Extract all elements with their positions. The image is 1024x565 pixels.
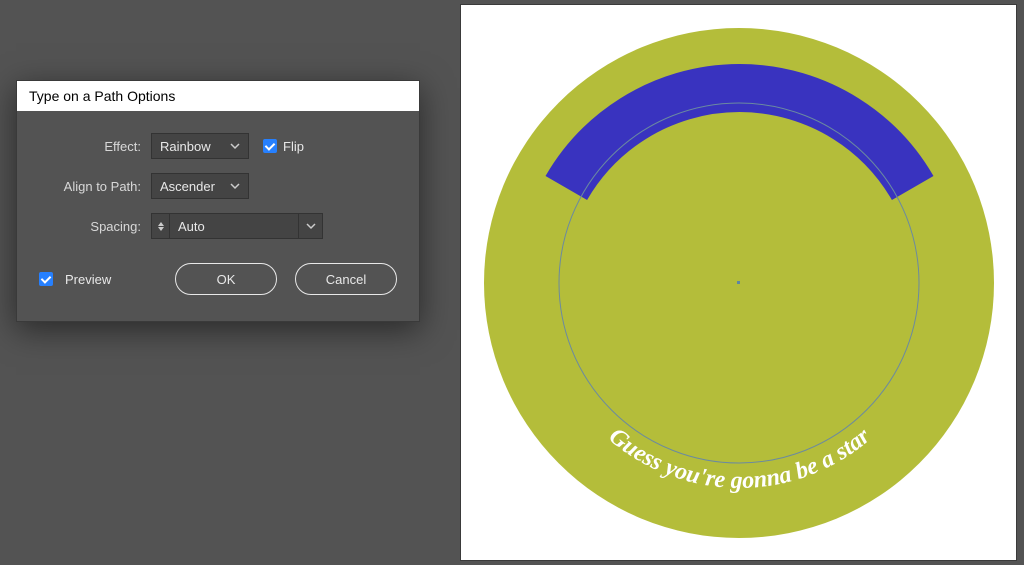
flip-label: Flip [283, 139, 304, 154]
preview-label: Preview [65, 272, 111, 287]
checkbox-checked-icon [39, 272, 53, 286]
flip-checkbox[interactable]: Flip [263, 139, 304, 154]
chevron-down-icon [298, 214, 322, 238]
stepper-up-icon [158, 222, 164, 226]
center-anchor-icon [737, 281, 740, 284]
preview-checkbox[interactable]: Preview [39, 272, 111, 287]
spacing-value: Auto [178, 219, 205, 234]
cancel-button[interactable]: Cancel [295, 263, 397, 295]
ok-button[interactable]: OK [175, 263, 277, 295]
artboard: Guess you're gonna be a star [460, 4, 1017, 561]
align-label: Align to Path: [39, 179, 151, 194]
dialog-body: Effect: Rainbow Flip Align to Path: Asce… [17, 111, 419, 321]
chevron-down-icon [230, 141, 240, 151]
dialog-title: Type on a Path Options [17, 81, 419, 111]
spacing-stepper[interactable] [151, 213, 169, 239]
stepper-down-icon [158, 227, 164, 231]
spacing-label: Spacing: [39, 219, 151, 234]
effect-select[interactable]: Rainbow [151, 133, 249, 159]
chevron-down-icon [230, 181, 240, 191]
checkbox-checked-icon [263, 139, 277, 153]
type-on-path-options-dialog: Type on a Path Options Effect: Rainbow F… [16, 80, 420, 322]
effect-value: Rainbow [160, 139, 211, 154]
effect-label: Effect: [39, 139, 151, 154]
align-select[interactable]: Ascender [151, 173, 249, 199]
spacing-combo[interactable]: Auto [169, 213, 323, 239]
align-value: Ascender [160, 179, 215, 194]
